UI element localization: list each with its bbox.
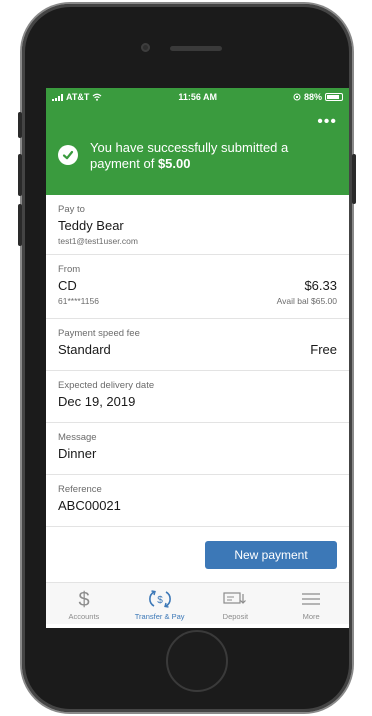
front-camera — [141, 43, 150, 52]
from-label: From — [58, 264, 81, 275]
svg-text:$: $ — [157, 595, 163, 606]
message-section: Message Dinner — [46, 423, 349, 475]
tab-accounts[interactable]: $ Accounts — [46, 583, 122, 624]
power-button — [352, 154, 356, 204]
success-check-icon — [58, 145, 78, 165]
reference-label: Reference — [58, 484, 102, 495]
tab-label: Accounts — [68, 612, 100, 621]
from-account-number: 61****1156 — [58, 296, 99, 306]
confirmation-header: AT&T 11:56 AM 88% ••• You have successfu… — [46, 88, 349, 195]
from-account-amount: $6.33 — [304, 278, 337, 293]
tab-more[interactable]: More — [273, 583, 349, 624]
clock: 11:56 AM — [178, 92, 217, 102]
svg-text:$: $ — [78, 589, 89, 610]
tab-label: More — [302, 612, 320, 621]
earpiece-speaker — [170, 46, 222, 51]
battery-icon — [325, 93, 343, 101]
payee-name: Teddy Bear — [58, 218, 124, 233]
speed-label: Payment speed fee — [58, 328, 140, 339]
wifi-icon — [92, 93, 102, 101]
available-balance: Avail bal $65.00 — [276, 296, 337, 306]
tab-transfer-pay[interactable]: $ Transfer & Pay — [122, 583, 198, 624]
status-bar: AT&T 11:56 AM 88% — [46, 88, 349, 106]
menu-icon — [301, 588, 321, 610]
reference-section: Reference ABC00021 — [46, 475, 349, 527]
carrier-name: AT&T — [66, 92, 90, 102]
speed-value: Standard — [58, 342, 111, 357]
new-payment-button[interactable]: New payment — [205, 540, 337, 569]
more-options-button[interactable]: ••• — [317, 114, 337, 130]
delivery-section: Expected delivery date Dec 19, 2019 — [46, 371, 349, 423]
success-message: You have successfully submitted a paymen… — [90, 140, 289, 171]
transfer-pay-icon: $ — [148, 588, 172, 610]
action-area: New payment — [46, 527, 349, 583]
tab-label: Deposit — [222, 612, 249, 621]
dollar-icon: $ — [76, 588, 92, 610]
reference-value: ABC00021 — [58, 498, 121, 513]
tab-deposit[interactable]: Deposit — [198, 583, 274, 624]
check-deposit-icon — [223, 588, 247, 610]
pay-to-section: Pay to Teddy Bear test1@test1user.com — [46, 195, 349, 255]
rotation-lock-icon — [293, 93, 301, 101]
speed-fee: Free — [310, 342, 337, 357]
payee-email: test1@test1user.com — [58, 236, 138, 246]
from-section: From CD $6.33 61****1156 Avail bal $65.0… — [46, 255, 349, 319]
message-value: Dinner — [58, 446, 97, 461]
message-label: Message — [58, 432, 97, 443]
payment-amount: $5.00 — [157, 156, 191, 171]
tab-bar: $ Accounts $ Transfer & Pay Deposit More — [46, 583, 349, 624]
mute-switch — [18, 112, 22, 138]
volume-up-button — [18, 154, 22, 196]
from-account-name: CD — [58, 278, 77, 293]
speed-section: Payment speed fee Standard Free — [46, 319, 349, 371]
delivery-label: Expected delivery date — [58, 380, 155, 391]
app-screen: AT&T 11:56 AM 88% ••• You have successfu… — [46, 88, 349, 628]
success-banner: You have successfully submitted a paymen… — [46, 138, 349, 195]
delivery-date: Dec 19, 2019 — [58, 394, 136, 409]
tab-label: Transfer & Pay — [134, 612, 185, 621]
signal-icon — [52, 93, 63, 101]
pay-to-label: Pay to — [58, 204, 85, 215]
volume-down-button — [18, 204, 22, 246]
home-button[interactable] — [166, 630, 228, 692]
battery-percent: 88% — [303, 92, 322, 102]
